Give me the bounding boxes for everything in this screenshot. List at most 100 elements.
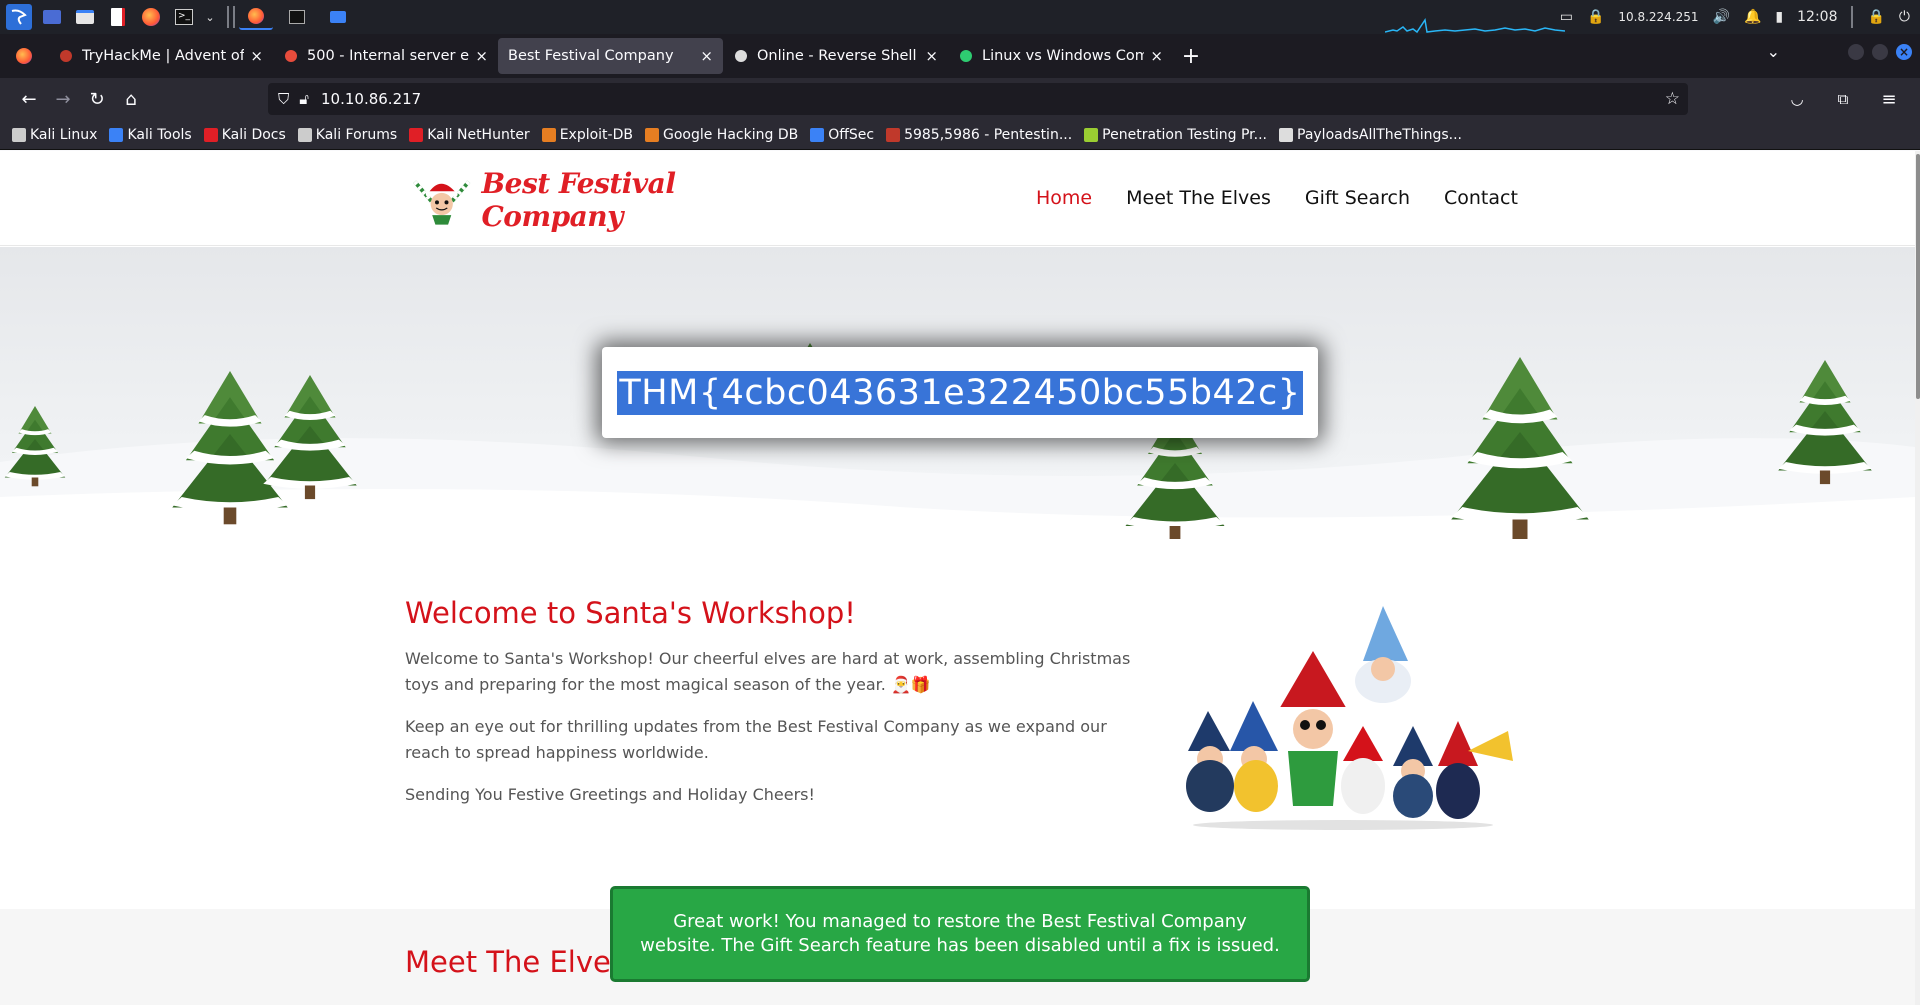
terminal-icon — [958, 48, 974, 64]
bookmark-favicon-icon — [541, 127, 556, 142]
bookmark-label: Kali Forums — [315, 126, 398, 143]
terminal-icon[interactable]: >_ — [171, 4, 197, 30]
power-icon[interactable]: ⏻ — [1899, 9, 1910, 25]
bookmark-label: Exploit-DB — [559, 126, 633, 143]
bookmark-item[interactable]: PayloadsAllTheThings... — [1279, 127, 1462, 143]
shield-icon[interactable]: ⛉ — [278, 90, 289, 108]
browser-tab[interactable]: TryHackMe | Advent of Cy × — [48, 38, 273, 74]
bookmark-star-icon[interactable]: ☆ — [1665, 89, 1680, 109]
welcome-paragraph-1: Welcome to Santa's Workshop! Our cheerfu… — [405, 649, 1131, 694]
bookmark-label: Kali Docs — [221, 126, 286, 143]
meet-elves-title: Meet The Elves — [405, 945, 626, 979]
bookmark-item[interactable]: Penetration Testing Pr... — [1084, 127, 1267, 143]
close-tab-icon[interactable]: × — [475, 47, 488, 65]
bookmark-favicon-icon — [810, 127, 825, 142]
navigation-toolbar: ← → ↻ ⌂ ⛉ 🔓︎ 10.10.86.217 ☆ ◡ ⧉ ≡ — [0, 78, 1920, 120]
elf-logo-icon — [413, 180, 471, 225]
workspace-icon[interactable] — [39, 4, 65, 30]
bookmark-item[interactable]: Google Hacking DB — [644, 127, 798, 143]
nav-link-meet-the-elves[interactable]: Meet The Elves — [1126, 187, 1271, 209]
tools-icon — [283, 48, 299, 64]
list-all-tabs-icon[interactable]: ⌄ — [1767, 42, 1780, 61]
bookmark-label: Kali NetHunter — [427, 126, 530, 143]
site-logo[interactable]: Best Festival Company — [410, 165, 755, 235]
lock-icon[interactable]: 🔒 — [1867, 9, 1884, 25]
success-toast: Great work! You managed to restore the B… — [610, 886, 1310, 982]
firefox-view-button[interactable] — [8, 38, 48, 74]
maximize-window-button[interactable] — [1872, 43, 1888, 60]
flag-text[interactable]: THM{4cbc043631e322450bc55b42c} — [617, 370, 1303, 415]
extensions-icon[interactable]: ⧉ — [1826, 82, 1860, 116]
os-taskbar: >_ ⌄ ▭ 🔒 10.8.224.251 🔊 🔔 ▮ 12:08 🔒 ⏻ — [0, 0, 1920, 34]
bookmark-label: Penetration Testing Pr... — [1102, 126, 1267, 143]
clock[interactable]: 12:08 — [1797, 9, 1837, 25]
elves-illustration — [1186, 606, 1513, 830]
back-button[interactable]: ← — [12, 82, 46, 116]
bookmark-item[interactable]: Kali Docs — [203, 126, 286, 143]
bookmark-item[interactable]: Kali Linux — [12, 127, 97, 143]
page-scrollbar[interactable] — [1915, 151, 1920, 1005]
minimize-window-button[interactable] — [1848, 43, 1864, 60]
tab-title: Best Festival Company — [508, 48, 674, 64]
bookmark-item[interactable]: Exploit-DB — [541, 126, 633, 143]
network-graph — [1385, 18, 1565, 34]
bookmark-label: Kali Tools — [127, 126, 192, 143]
firefox-icon[interactable] — [138, 4, 164, 30]
reload-button[interactable]: ↻ — [80, 82, 114, 116]
firefox-logo-icon — [16, 48, 32, 64]
welcome-paragraph-2: Keep an eye out for thrilling updates fr… — [405, 717, 1107, 762]
new-tab-button[interactable]: + — [1173, 38, 1209, 74]
close-tab-icon[interactable]: × — [250, 47, 263, 65]
chevron-down-icon[interactable]: ⌄ — [204, 4, 216, 30]
bookmark-item[interactable]: Kali Tools — [109, 126, 192, 143]
nav-link-contact[interactable]: Contact — [1444, 187, 1518, 209]
bookmark-favicon-icon — [886, 127, 901, 142]
bookmark-label: Kali Linux — [30, 126, 98, 143]
bookmark-favicon-icon — [12, 127, 26, 142]
taskbar-separator — [1851, 6, 1854, 28]
bookmark-item[interactable]: Kali Forums — [297, 126, 398, 143]
browser-tab[interactable]: 500 - Internal server error × — [273, 38, 498, 74]
logo-text: Best Festival Company — [481, 167, 676, 233]
close-tab-icon[interactable]: × — [925, 47, 938, 65]
home-button[interactable]: ⌂ — [114, 82, 148, 116]
close-tab-icon[interactable]: × — [1150, 47, 1163, 65]
page-info-icon[interactable]: 🔓︎ — [299, 90, 309, 108]
bookmark-item[interactable]: OffSec — [810, 127, 874, 143]
scrollbar-thumb[interactable] — [1916, 154, 1920, 399]
folder-window-icon[interactable] — [321, 4, 355, 30]
nav-link-home[interactable]: Home — [1036, 187, 1092, 209]
file-manager-icon[interactable] — [72, 4, 98, 30]
close-window-button[interactable]: × — [1896, 43, 1912, 60]
bookmark-favicon-icon — [109, 127, 124, 142]
text-editor-icon[interactable] — [105, 4, 131, 30]
menu-icon[interactable]: ≡ — [1872, 82, 1906, 116]
bookmark-item[interactable]: Kali NetHunter — [409, 126, 530, 143]
vpn-ip: 10.8.224.251 — [1618, 10, 1699, 24]
welcome-paragraph-3: Sending You Festive Greetings and Holida… — [405, 785, 815, 804]
nav-link-gift-search[interactable]: Gift Search — [1305, 187, 1410, 209]
kali-menu-icon[interactable] — [6, 4, 32, 30]
bookmark-favicon-icon — [1084, 127, 1099, 142]
tab-title: 500 - Internal server error — [307, 48, 470, 64]
notification-bell-icon[interactable]: 🔔 — [1744, 9, 1761, 25]
terminal-window-icon[interactable] — [280, 4, 314, 30]
tryhackme-icon — [58, 48, 74, 64]
taskbar-separator — [233, 6, 235, 28]
bookmark-item[interactable]: 5985,5986 - Pentestin... — [886, 127, 1072, 143]
display-icon[interactable]: ▭ — [1560, 9, 1573, 25]
tab-title: TryHackMe | Advent of Cy — [82, 48, 245, 64]
address-bar[interactable]: ⛉ 🔓︎ 10.10.86.217 ☆ — [268, 83, 1688, 115]
forward-button[interactable]: → — [46, 82, 80, 116]
close-tab-icon[interactable]: × — [700, 47, 713, 65]
battery-icon: ▮ — [1775, 9, 1784, 25]
browser-tab[interactable]: Linux vs Windows Comm × — [948, 38, 1173, 74]
site-header: Best Festival Company Home Meet The Elves… — [0, 151, 1915, 246]
browser-tab[interactable]: Best Festival Company × — [498, 38, 723, 74]
url-text[interactable]: 10.10.86.217 — [321, 90, 421, 108]
pocket-icon[interactable]: ◡ — [1780, 82, 1814, 116]
volume-icon[interactable]: 🔊 — [1713, 9, 1730, 25]
tab-title: Linux vs Windows Comm — [982, 48, 1145, 64]
firefox-window-icon[interactable] — [239, 4, 273, 30]
browser-tab[interactable]: Online - Reverse Shell Ge × — [723, 38, 948, 74]
